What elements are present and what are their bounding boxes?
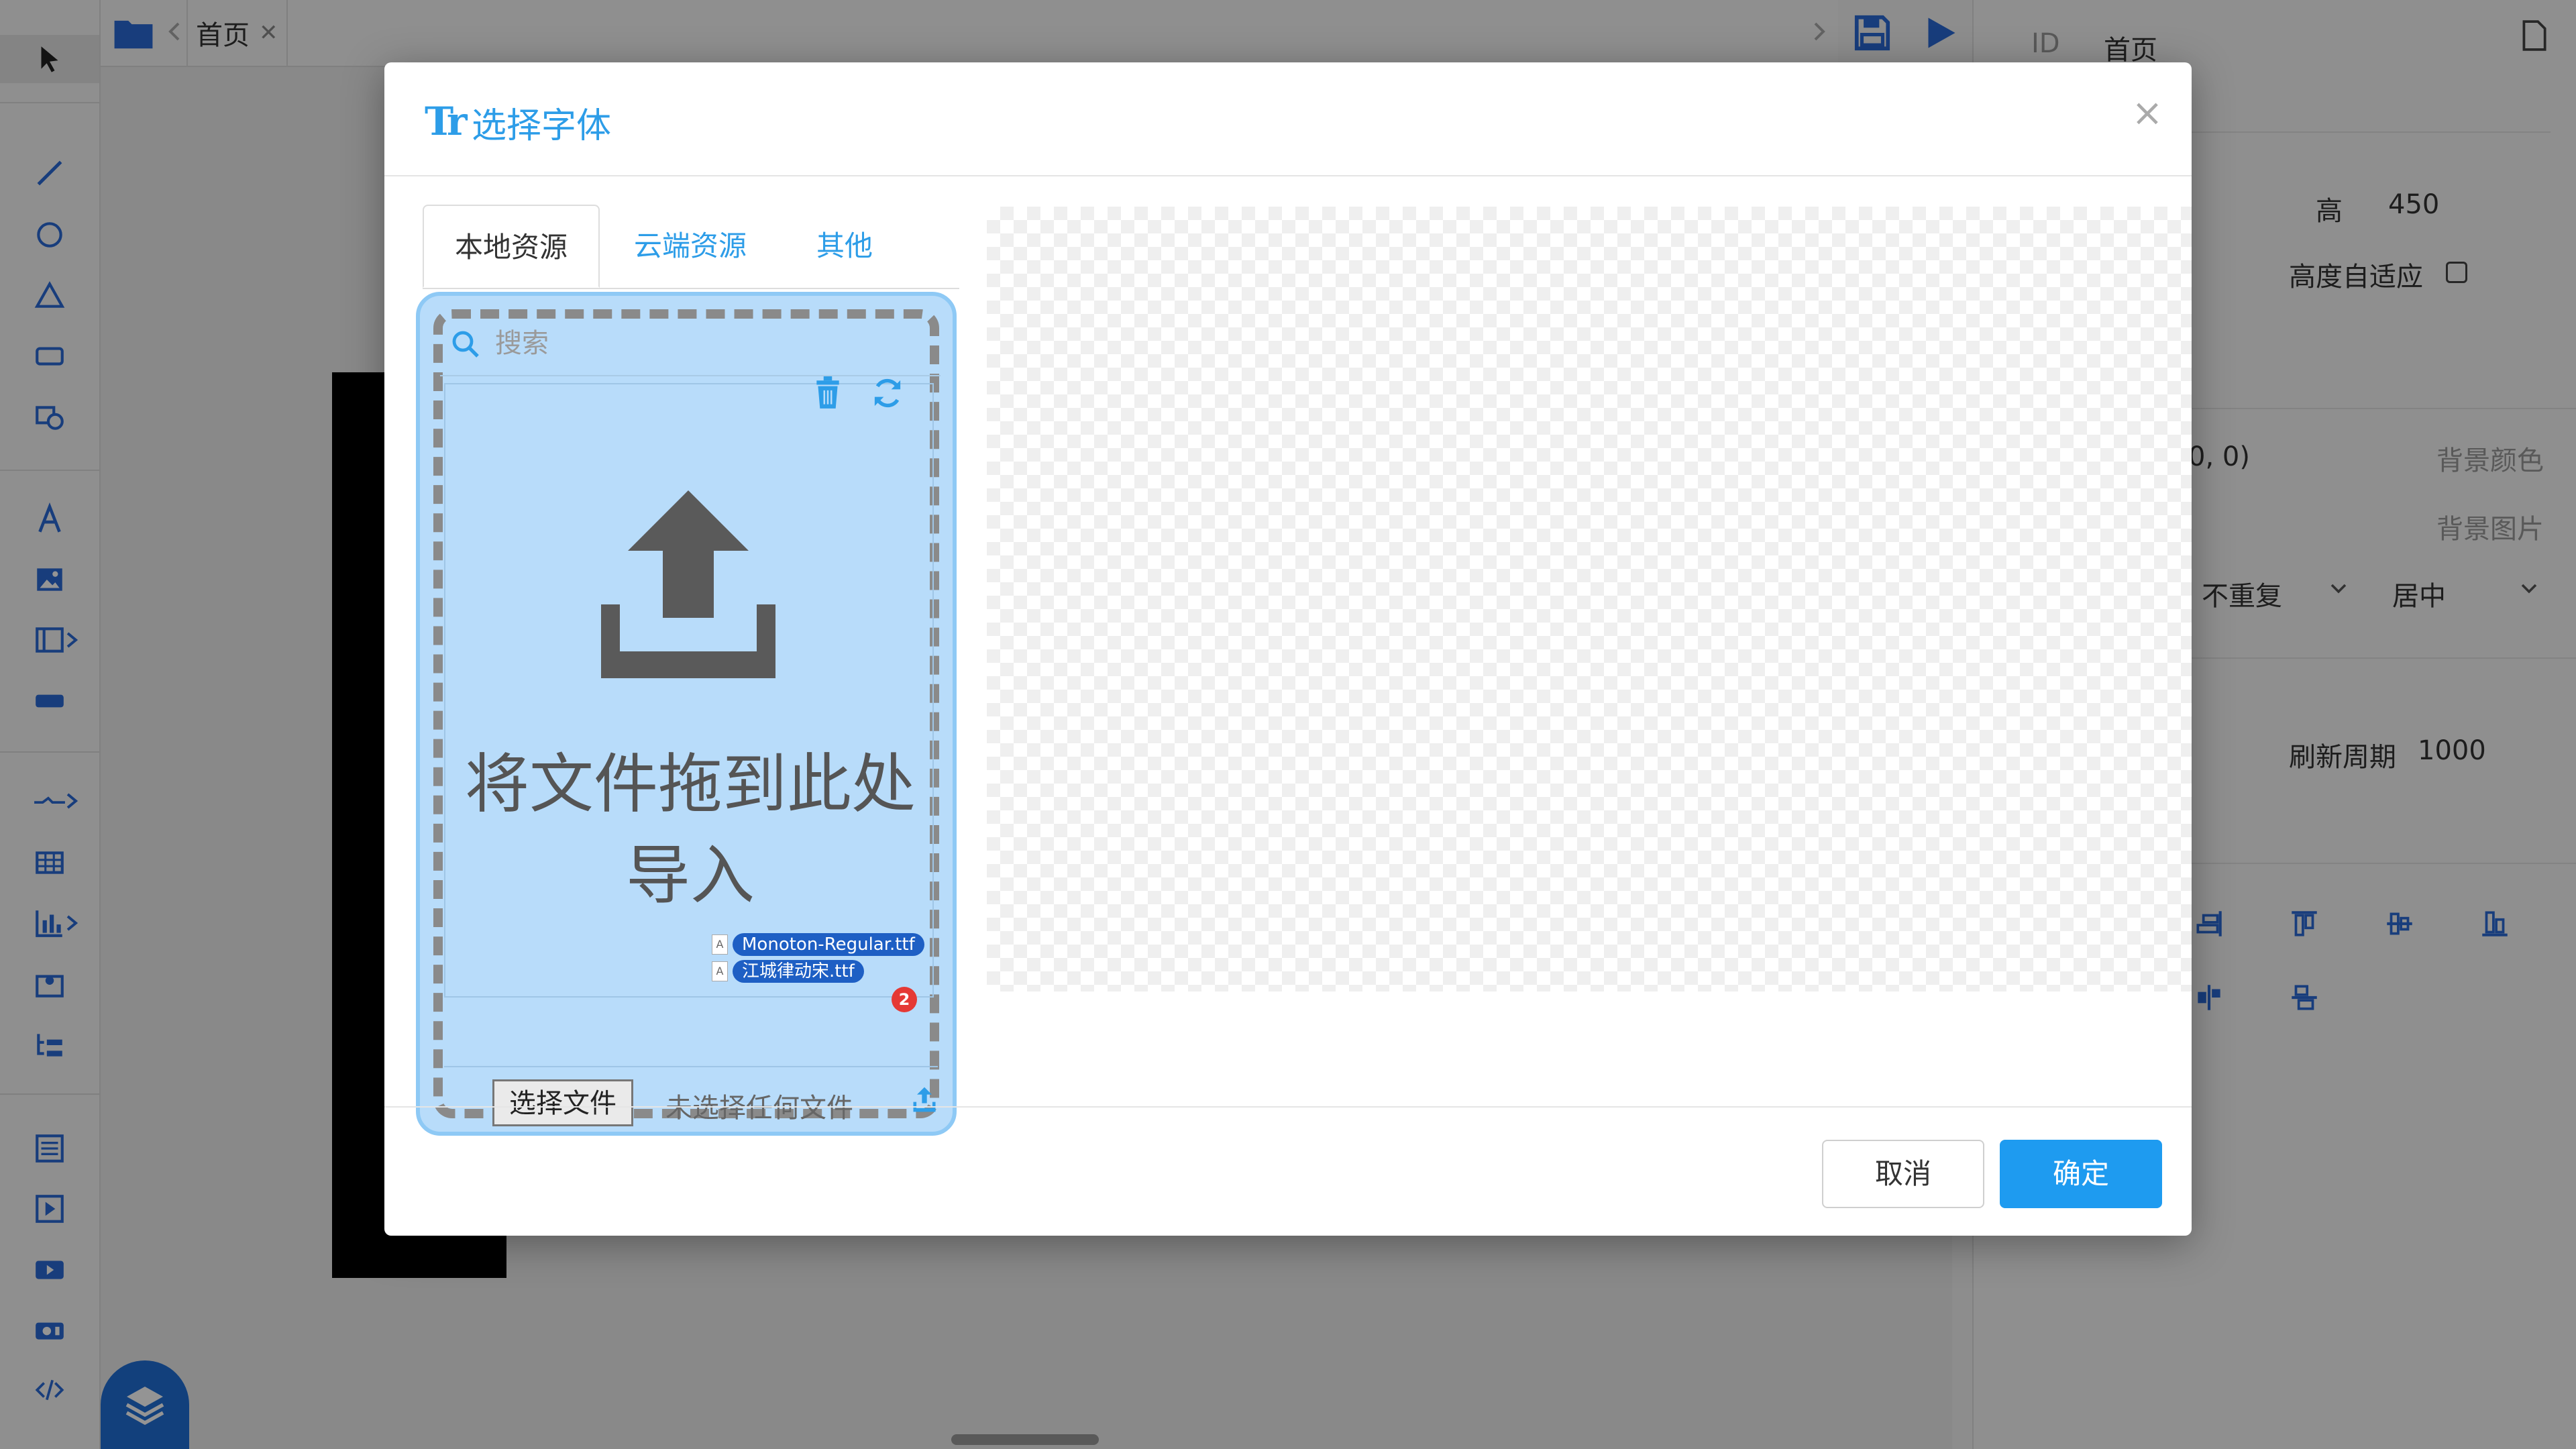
- drop-instruction: 将文件拖到此处导入: [465, 747, 916, 913]
- file-chip[interactable]: 江城律动宋.ttf: [733, 960, 864, 983]
- source-tabs: 本地资源 云端资源 其他: [423, 205, 959, 289]
- file-count-badge: 2: [892, 987, 917, 1012]
- dialog-header: Tr 选择字体 ×: [384, 62, 2192, 176]
- tab-local[interactable]: 本地资源: [423, 205, 600, 288]
- tab-cloud[interactable]: 云端资源: [600, 205, 781, 288]
- font-icon: Tr: [425, 99, 467, 144]
- search-bar: [440, 311, 941, 376]
- confirm-button[interactable]: 确定: [2000, 1140, 2162, 1208]
- close-icon[interactable]: ×: [2127, 93, 2167, 133]
- font-file-icon: A: [712, 934, 728, 955]
- search-input[interactable]: [494, 324, 899, 363]
- file-chip[interactable]: Monoton-Regular.ttf: [733, 933, 924, 956]
- dialog-title: 选择字体: [472, 106, 612, 146]
- refresh-icon[interactable]: [869, 375, 906, 411]
- tab-other[interactable]: 其他: [781, 205, 908, 288]
- cancel-button[interactable]: 取消: [1822, 1140, 1984, 1208]
- file-dropzone[interactable]: 将文件拖到此处导入 A Monoton-Regular.ttf A 江城律动宋.…: [416, 292, 957, 1136]
- trash-icon[interactable]: [813, 376, 843, 410]
- font-file-icon: A: [712, 961, 728, 981]
- search-icon: [452, 331, 479, 358]
- font-picker-dialog: Tr 选择字体 × 本地资源 云端资源 其他 将文件拖到此处导入 A Monot…: [384, 62, 2192, 1236]
- upload-icon: [601, 490, 775, 678]
- font-preview-area: [987, 207, 2192, 991]
- dialog-footer: 取消 确定: [384, 1106, 2192, 1237]
